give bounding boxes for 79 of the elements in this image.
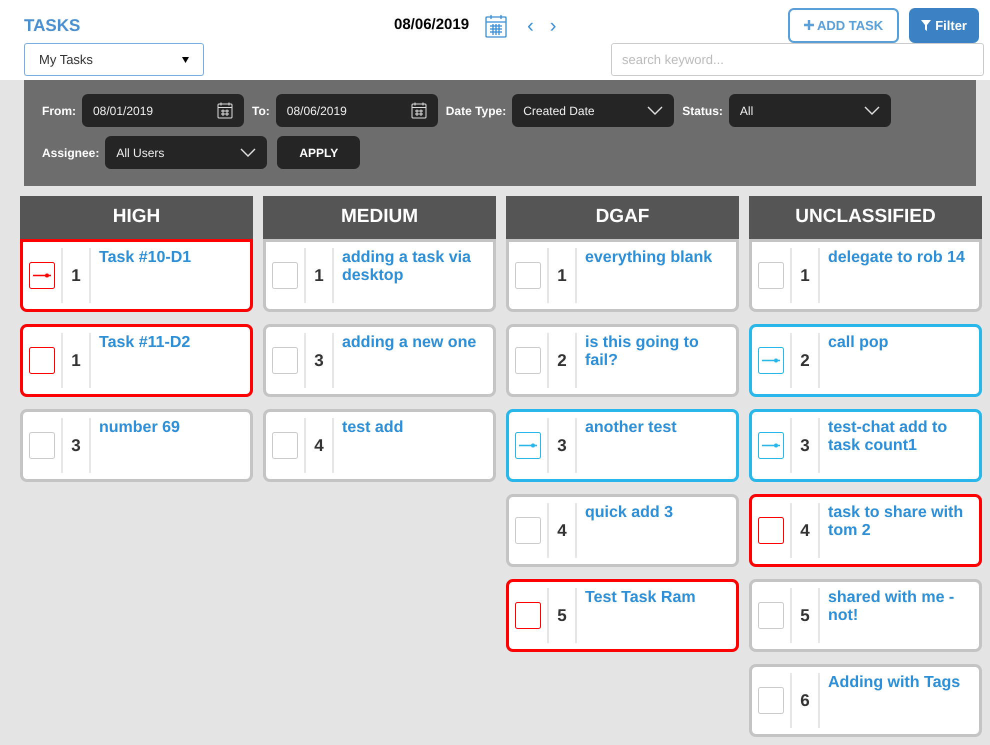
task-card[interactable]: 2 call pop	[749, 324, 982, 397]
task-number: 4	[557, 520, 567, 542]
task-number: 3	[557, 434, 567, 457]
task-number: 2	[800, 350, 810, 372]
task-card[interactable]: 1 everything blank	[506, 239, 739, 312]
task-card[interactable]: 1 Task #10-D1	[20, 239, 253, 312]
search-field[interactable]: search keyword...	[611, 43, 984, 76]
task-card[interactable]: 2 is this going to fail?	[506, 324, 739, 397]
arrow-checkbox[interactable]	[758, 432, 784, 459]
from-date-field[interactable]: 08/01/2019	[82, 94, 244, 127]
task-card[interactable]: 1 Task #11-D2	[20, 324, 253, 397]
checkbox[interactable]	[272, 432, 298, 459]
calendar-icon[interactable]	[410, 102, 427, 119]
task-number: 1	[800, 264, 810, 287]
task-card[interactable]: 1 delegate to rob 14	[749, 239, 982, 312]
task-card[interactable]: 4 task to share with tom 2	[749, 494, 982, 567]
filter-label: To:	[252, 102, 270, 120]
status-select[interactable]: All	[728, 94, 891, 127]
column-header: MEDIUM	[263, 196, 496, 239]
filter-label: Assignee:	[42, 144, 100, 162]
task-number: 4	[800, 520, 810, 542]
task-number: 1	[71, 350, 81, 372]
to-date-field[interactable]: 08/06/2019	[276, 94, 438, 127]
task-number: 2	[557, 350, 567, 372]
checkbox[interactable]	[29, 347, 55, 374]
task-number: 5	[557, 604, 567, 627]
column-header: UNCLASSIFIED	[749, 196, 982, 239]
task-number: 5	[800, 604, 810, 627]
filter-label: From:	[42, 102, 76, 120]
task-number: 3	[800, 434, 810, 457]
arrow-checkbox[interactable]	[758, 347, 784, 374]
checkbox[interactable]	[515, 347, 541, 374]
checkbox[interactable]	[758, 687, 784, 714]
current-date: 08/06/2019	[394, 15, 470, 36]
task-number: 1	[71, 264, 81, 287]
assignee-select[interactable]: All Users	[105, 136, 268, 169]
checkbox[interactable]	[515, 602, 541, 629]
task-card[interactable]: 4 quick add 3	[506, 494, 739, 567]
arrow-checkbox[interactable]	[515, 432, 541, 459]
task-card[interactable]: 3 another test	[506, 409, 739, 482]
checkbox[interactable]	[758, 602, 784, 629]
task-card[interactable]: 3 test-chat add to task count1	[749, 409, 982, 482]
plus-icon	[804, 20, 814, 30]
dropdown-arrow-icon	[182, 56, 189, 62]
chevron-down-icon	[647, 106, 664, 115]
chevron-down-icon	[240, 148, 256, 157]
checkbox[interactable]	[758, 262, 784, 289]
task-card[interactable]: 1 adding a task via desktop	[263, 239, 496, 312]
checkbox[interactable]	[29, 432, 55, 459]
column-header: DGAF	[506, 196, 739, 239]
apply-button[interactable]: APPLY	[277, 136, 360, 169]
task-number: 3	[314, 350, 324, 372]
checkbox[interactable]	[515, 262, 541, 289]
checkbox[interactable]	[515, 517, 541, 544]
task-number: 3	[71, 434, 81, 457]
task-number: 6	[800, 690, 810, 712]
funnel-icon	[921, 20, 932, 31]
filter-label: Status:	[682, 102, 723, 120]
task-number: 1	[557, 264, 567, 287]
checkbox[interactable]	[272, 262, 298, 289]
task-number: 4	[314, 434, 324, 457]
task-number: 1	[314, 264, 324, 287]
calendar-icon[interactable]	[217, 102, 233, 119]
task-card[interactable]: 5 Test Task Ram	[506, 579, 739, 652]
view-select[interactable]: My Tasks	[24, 43, 204, 76]
checkbox[interactable]	[758, 517, 784, 544]
chevron-down-icon	[864, 106, 880, 115]
page-title: TASKS	[24, 14, 82, 37]
column-header: HIGH	[20, 196, 253, 239]
checkbox[interactable]	[272, 347, 298, 374]
filter-button[interactable]: Filter	[909, 8, 979, 43]
task-card[interactable]: 6 Adding with Tags	[749, 664, 982, 737]
task-card[interactable]: 3 number 69	[20, 409, 253, 482]
task-card[interactable]: 5 shared with me - not!	[749, 579, 982, 652]
task-card[interactable]: 3 adding a new one	[263, 324, 496, 397]
task-card[interactable]: 4 test add	[263, 409, 496, 482]
arrow-checkbox[interactable]	[29, 262, 55, 289]
filter-label: Date Type:	[446, 102, 506, 120]
date-type-select[interactable]: Created Date	[512, 94, 674, 127]
